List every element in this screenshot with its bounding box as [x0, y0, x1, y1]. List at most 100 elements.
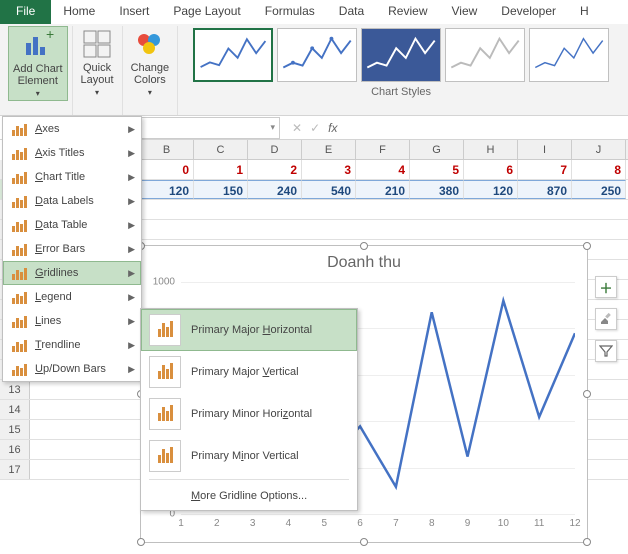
- cancel-icon[interactable]: ✕: [292, 121, 302, 135]
- cell[interactable]: 120: [140, 180, 194, 199]
- row-header[interactable]: 15: [0, 420, 30, 439]
- submenu-item-label: Primary Minor Vertical: [191, 450, 299, 462]
- tab-home[interactable]: Home: [51, 0, 107, 24]
- col-header[interactable]: E: [302, 140, 356, 159]
- menu-item-gridlines[interactable]: Gridlines▶: [3, 261, 141, 285]
- cell[interactable]: 150: [194, 180, 248, 199]
- chart-elements-button[interactable]: ＋: [595, 276, 617, 298]
- cell[interactable]: 210: [356, 180, 410, 199]
- fx-icon[interactable]: fx: [328, 121, 337, 135]
- row-header[interactable]: 16: [0, 440, 30, 459]
- col-header[interactable]: J: [572, 140, 626, 159]
- chart-styles-label: Chart Styles: [371, 86, 431, 98]
- menu-item-error-bars[interactable]: Error Bars▶: [3, 237, 141, 261]
- tab-developer[interactable]: Developer: [489, 0, 568, 24]
- chart-filter-button[interactable]: [595, 340, 617, 362]
- gridline-icon: [149, 356, 181, 388]
- row-header[interactable]: 17: [0, 460, 30, 479]
- name-box[interactable]: ▾: [140, 117, 280, 139]
- enter-icon[interactable]: ✓: [310, 121, 320, 135]
- menu-item-axis-titles[interactable]: Axis Titles▶: [3, 141, 141, 165]
- menu-item-lines[interactable]: Lines▶: [3, 309, 141, 333]
- ribbon-tabs: File Home Insert Page Layout Formulas Da…: [0, 0, 628, 24]
- tab-insert[interactable]: Insert: [107, 0, 161, 24]
- row-header[interactable]: 14: [0, 400, 30, 419]
- col-header[interactable]: D: [248, 140, 302, 159]
- menu-item-legend[interactable]: Legend▶: [3, 285, 141, 309]
- cell[interactable]: 870: [518, 180, 572, 199]
- chevron-right-icon: ▶: [128, 220, 135, 231]
- submenu-item[interactable]: Primary Major Horizontal: [141, 309, 357, 351]
- chevron-right-icon: ▶: [128, 196, 135, 207]
- col-header[interactable]: C: [194, 140, 248, 159]
- menu-item-trendline[interactable]: Trendline▶: [3, 333, 141, 357]
- tab-view[interactable]: View: [440, 0, 490, 24]
- cell[interactable]: 2: [248, 160, 302, 179]
- chart-styles-button[interactable]: [595, 308, 617, 330]
- menu-item-axes[interactable]: Axes▶: [3, 117, 141, 141]
- col-header[interactable]: F: [356, 140, 410, 159]
- chart-icon: [9, 193, 29, 209]
- cell[interactable]: 6: [464, 160, 518, 179]
- cell[interactable]: 5: [410, 160, 464, 179]
- submenu-item[interactable]: Primary Major Vertical: [141, 351, 357, 393]
- menu-item-label: Error Bars: [35, 243, 122, 255]
- cell[interactable]: 4: [356, 160, 410, 179]
- col-header[interactable]: B: [140, 140, 194, 159]
- cell[interactable]: 7: [518, 160, 572, 179]
- chart-icon: [9, 337, 29, 353]
- quick-layout-icon: [81, 28, 113, 60]
- cell[interactable]: 3: [302, 160, 356, 179]
- col-header[interactable]: H: [464, 140, 518, 159]
- cell[interactable]: 380: [410, 180, 464, 199]
- chevron-right-icon: ▶: [128, 292, 135, 303]
- chevron-right-icon: ▶: [128, 340, 135, 351]
- menu-item-data-labels[interactable]: Data Labels▶: [3, 189, 141, 213]
- tab-data[interactable]: Data: [327, 0, 376, 24]
- cell[interactable]: 540: [302, 180, 356, 199]
- row-header[interactable]: 13: [0, 380, 30, 399]
- x-tick-label: 6: [357, 518, 363, 529]
- col-header[interactable]: I: [518, 140, 572, 159]
- y-tick-label: 1000: [153, 277, 175, 288]
- more-gridline-options[interactable]: More Gridline Options...: [141, 482, 357, 510]
- tab-page-layout[interactable]: Page Layout: [161, 0, 252, 24]
- chart-style-4[interactable]: [445, 28, 525, 82]
- add-chart-element-menu: Axes▶Axis Titles▶Chart Title▶Data Labels…: [2, 116, 142, 382]
- menu-item-chart-title[interactable]: Chart Title▶: [3, 165, 141, 189]
- quick-layout-button[interactable]: Quick Layout ▾: [77, 26, 118, 99]
- x-tick-label: 12: [569, 518, 580, 529]
- tab-review[interactable]: Review: [376, 0, 439, 24]
- x-tick-label: 5: [321, 518, 327, 529]
- chart-style-3[interactable]: [361, 28, 441, 82]
- tab-file[interactable]: File: [0, 0, 51, 24]
- chart-style-5[interactable]: [529, 28, 609, 82]
- chart-style-2[interactable]: [277, 28, 357, 82]
- add-chart-element-label: Add Chart Element: [13, 63, 63, 87]
- chart-icon: [9, 241, 29, 257]
- tab-formulas[interactable]: Formulas: [253, 0, 327, 24]
- x-tick-label: 7: [393, 518, 399, 529]
- chevron-right-icon: ▶: [128, 268, 135, 279]
- x-tick-label: 10: [498, 518, 509, 529]
- cell[interactable]: 240: [248, 180, 302, 199]
- col-header[interactable]: G: [410, 140, 464, 159]
- cell[interactable]: 250: [572, 180, 626, 199]
- cell[interactable]: 8: [572, 160, 626, 179]
- submenu-item[interactable]: Primary Minor Horizontal: [141, 393, 357, 435]
- submenu-item-label: Primary Major Horizontal: [191, 324, 312, 336]
- cell[interactable]: 1: [194, 160, 248, 179]
- tab-more[interactable]: H: [568, 0, 601, 24]
- add-chart-element-button[interactable]: + Add Chart Element ▾: [8, 26, 68, 101]
- menu-item-label: Lines: [35, 315, 122, 327]
- submenu-item[interactable]: Primary Minor Vertical: [141, 435, 357, 477]
- svg-text:+: +: [46, 29, 54, 42]
- menu-item-data-table[interactable]: Data Table▶: [3, 213, 141, 237]
- menu-item-up-down-bars[interactable]: Up/Down Bars▶: [3, 357, 141, 381]
- cell[interactable]: 0: [140, 160, 194, 179]
- chart-style-1[interactable]: [193, 28, 273, 82]
- cell[interactable]: 120: [464, 180, 518, 199]
- change-colors-button[interactable]: Change Colors ▾: [127, 26, 174, 99]
- x-tick-label: 1: [178, 518, 184, 529]
- chevron-right-icon: ▶: [128, 124, 135, 135]
